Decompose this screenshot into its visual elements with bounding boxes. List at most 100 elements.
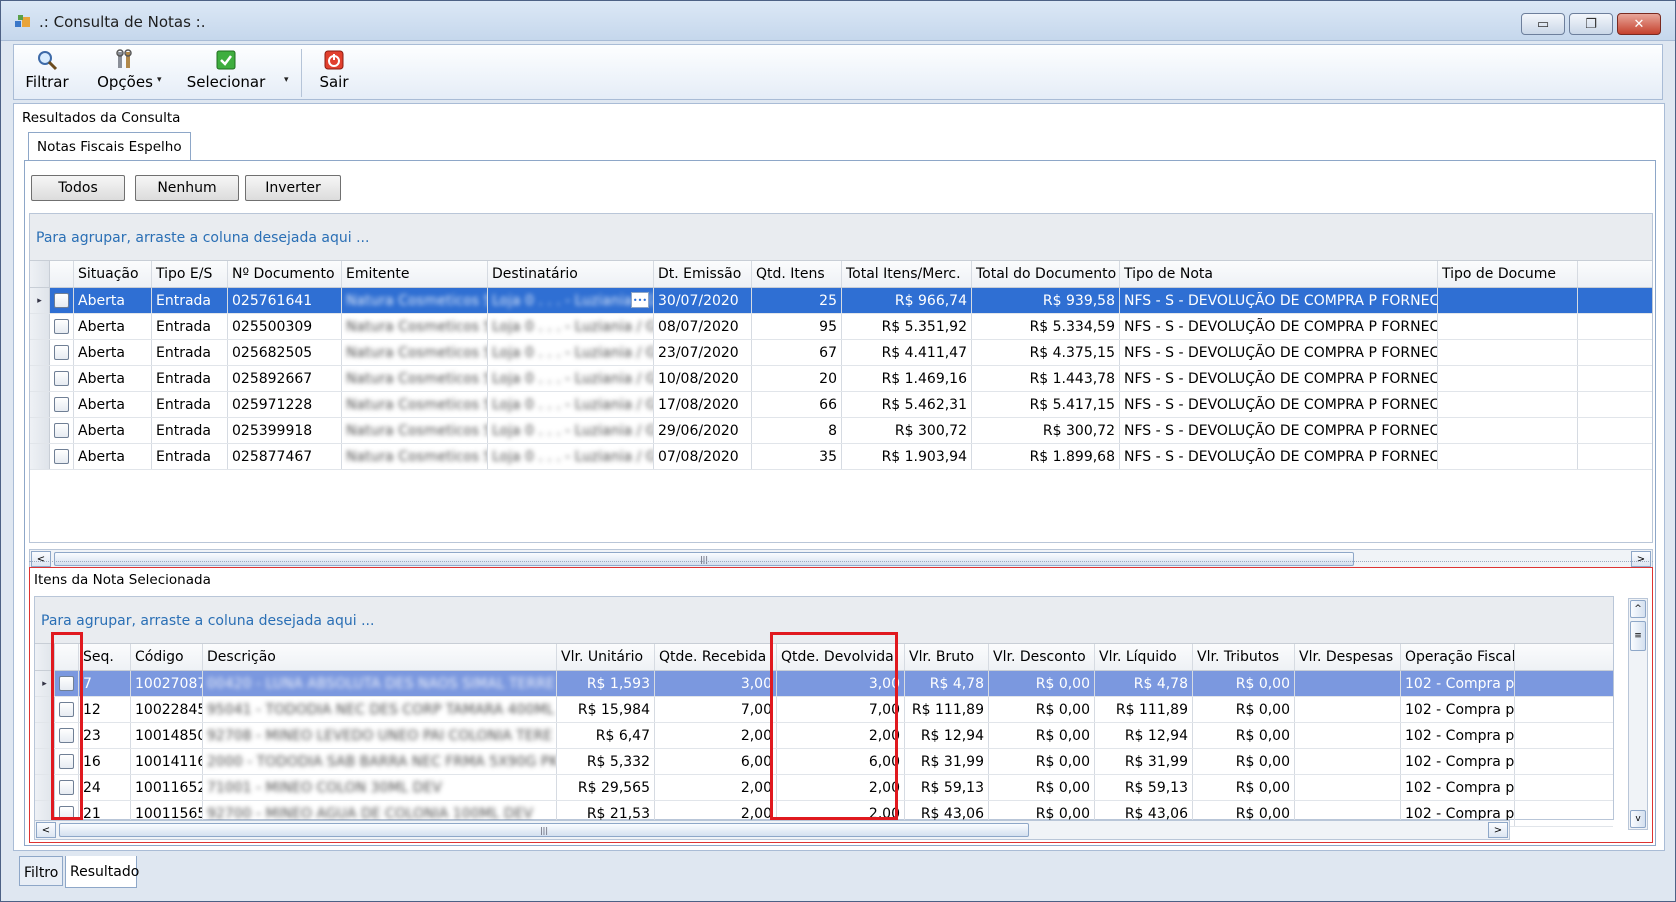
tab-resultado[interactable]: Resultado [65,856,139,888]
column-header[interactable]: Vlr. Despesas [1295,644,1401,670]
row-checkbox[interactable] [59,754,74,769]
table-row[interactable]: Aberta Entrada 025399918 Natura Cosmeticos … [30,418,1652,444]
row-indicator[interactable] [30,444,50,469]
table-cell[interactable]: R$ 111,89 [1095,697,1193,722]
row-checkbox[interactable] [54,345,69,360]
table-cell[interactable]: R$ 5,332 [557,749,655,774]
table-cell[interactable]: 6,00 [777,749,905,774]
table-cell[interactable]: 7,00 [655,697,777,722]
scroll-right-icon[interactable]: > [1488,822,1508,838]
table-cell[interactable]: R$ 5.351,92 [842,314,972,339]
options-dropdown-icon[interactable]: ▾ [157,75,162,85]
table-cell[interactable]: 025761641 [228,288,342,313]
table-cell[interactable]: R$ 1.469,16 [842,366,972,391]
table-cell[interactable] [1438,366,1578,391]
column-header[interactable]: Total Itens/Merc. [842,261,972,287]
table-cell[interactable]: 10027087 [131,671,203,696]
table-cell[interactable]: 20 [752,366,842,391]
table-cell[interactable] [1438,288,1578,313]
table-cell[interactable]: R$ 966,74 [842,288,972,313]
column-header[interactable]: Tipo de Docume [1438,261,1578,287]
table-cell[interactable]: 10/08/2020 [654,366,752,391]
table-cell[interactable]: NFS - S - DEVOLUÇÃO DE COMPRA P FORNECED… [1120,288,1438,313]
column-header[interactable]: Vlr. Tributos [1193,644,1295,670]
table-cell[interactable]: 24 [79,775,131,800]
column-header[interactable]: Código [131,644,203,670]
table-cell[interactable]: 102 - Compra para C [1401,723,1515,748]
table-cell[interactable]: 30/07/2020 [654,288,752,313]
table-row[interactable]: Aberta Entrada 025682505 Natura Cosmeticos … [30,340,1652,366]
table-cell[interactable] [1438,392,1578,417]
column-header[interactable]: Tipo E/S [152,261,228,287]
table-row[interactable]: Aberta Entrada 025971228 Natura Cosmeticos … [30,392,1652,418]
column-header[interactable]: Dt. Emissão [654,261,752,287]
select-button[interactable]: Selecionar [186,49,266,97]
table-cell[interactable]: 025682505 [228,340,342,365]
table-cell[interactable]: 3,00 [777,671,905,696]
items-group-panel[interactable]: Para agrupar, arraste a coluna desejada … [35,597,1613,643]
notes-group-panel[interactable]: Para agrupar, arraste a coluna desejada … [30,214,1652,260]
table-cell[interactable] [1438,340,1578,365]
exit-button[interactable]: Sair [314,49,354,97]
select-all-button[interactable]: Todos [31,175,125,201]
table-cell[interactable]: R$ 300,72 [972,418,1120,443]
table-cell[interactable]: 10011652 [131,775,203,800]
table-cell[interactable]: R$ 59,13 [1095,775,1193,800]
table-cell[interactable]: Natura Cosmeticos S/A [342,392,488,417]
table-row[interactable]: 12 10022845 95041 - TODODIA NEC DES CORP T… [35,697,1613,723]
table-cell[interactable]: NFS - S - DEVOLUÇÃO DE COMPRA P FORNECED… [1120,392,1438,417]
table-cell[interactable]: R$ 29,565 [557,775,655,800]
table-cell[interactable]: Aberta [74,392,152,417]
table-cell[interactable]: R$ 31,99 [1095,749,1193,774]
table-row[interactable]: Aberta Entrada 025877467 Natura Cosmeticos … [30,444,1652,470]
table-cell[interactable]: R$ 59,13 [905,775,989,800]
table-cell[interactable]: Aberta [74,444,152,469]
table-cell[interactable]: Entrada [152,444,228,469]
column-header[interactable]: Total do Documento [972,261,1120,287]
table-cell[interactable]: 12 [79,697,131,722]
filter-button[interactable]: Filtrar [22,49,72,97]
table-cell[interactable]: 07/08/2020 [654,444,752,469]
tab-filtro[interactable]: Filtro [19,856,63,886]
select-dropdown-icon[interactable]: ▾ [284,75,289,85]
column-header[interactable]: Vlr. Líquido [1095,644,1193,670]
row-checkbox[interactable] [54,293,69,308]
row-checkbox[interactable] [59,780,74,795]
table-cell[interactable]: 35 [752,444,842,469]
table-cell[interactable]: NFS - S - DEVOLUÇÃO DE COMPRA P FORNECED… [1120,366,1438,391]
row-indicator[interactable] [30,340,50,365]
column-header[interactable]: Tipo de Nota [1120,261,1438,287]
table-cell[interactable]: 025971228 [228,392,342,417]
row-checkbox[interactable] [54,449,69,464]
table-cell[interactable]: 102 - Compra para C [1401,775,1515,800]
table-cell[interactable]: Natura Cosmeticos S/A [342,418,488,443]
row-indicator[interactable] [30,314,50,339]
table-row[interactable]: 23 10014850 92708 - MINEO LEVEDO UNEO PAI … [35,723,1613,749]
table-cell[interactable]: Aberta [74,340,152,365]
row-checkbox[interactable] [59,728,74,743]
table-cell[interactable]: 17/08/2020 [654,392,752,417]
table-cell[interactable]: Entrada [152,314,228,339]
table-cell[interactable]: 102 - Compra para C [1401,671,1515,696]
table-cell[interactable]: 8 [752,418,842,443]
tab-notas-fiscais-espelho[interactable]: Notas Fiscais Espelho [28,132,191,160]
table-cell[interactable]: Loja 0 . . . - Luziania / GO [488,418,654,443]
table-cell[interactable]: 7,00 [777,697,905,722]
table-cell[interactable]: R$ 0,00 [1193,697,1295,722]
select-none-button[interactable]: Nenhum [135,175,239,201]
items-horizontal-scrollbar[interactable]: < ||| > [34,820,1510,840]
column-header[interactable]: Destinatário [488,261,654,287]
table-cell[interactable]: 16 [79,749,131,774]
table-cell[interactable]: R$ 0,00 [989,723,1095,748]
row-indicator[interactable] [35,775,55,800]
table-cell[interactable]: R$ 4,78 [1095,671,1193,696]
scroll-down-icon[interactable]: v [1630,810,1646,828]
table-cell[interactable]: R$ 0,00 [1193,749,1295,774]
table-cell[interactable]: 10014116 [131,749,203,774]
table-cell[interactable]: Natura Cosmeticos S/A [342,444,488,469]
invert-selection-button[interactable]: Inverter [245,175,341,201]
table-cell[interactable]: R$ 0,00 [989,671,1095,696]
table-cell[interactable]: NFS - S - DEVOLUÇÃO DE COMPRA P FORNECED… [1120,418,1438,443]
table-cell[interactable]: 025892667 [228,366,342,391]
table-cell[interactable]: Entrada [152,392,228,417]
